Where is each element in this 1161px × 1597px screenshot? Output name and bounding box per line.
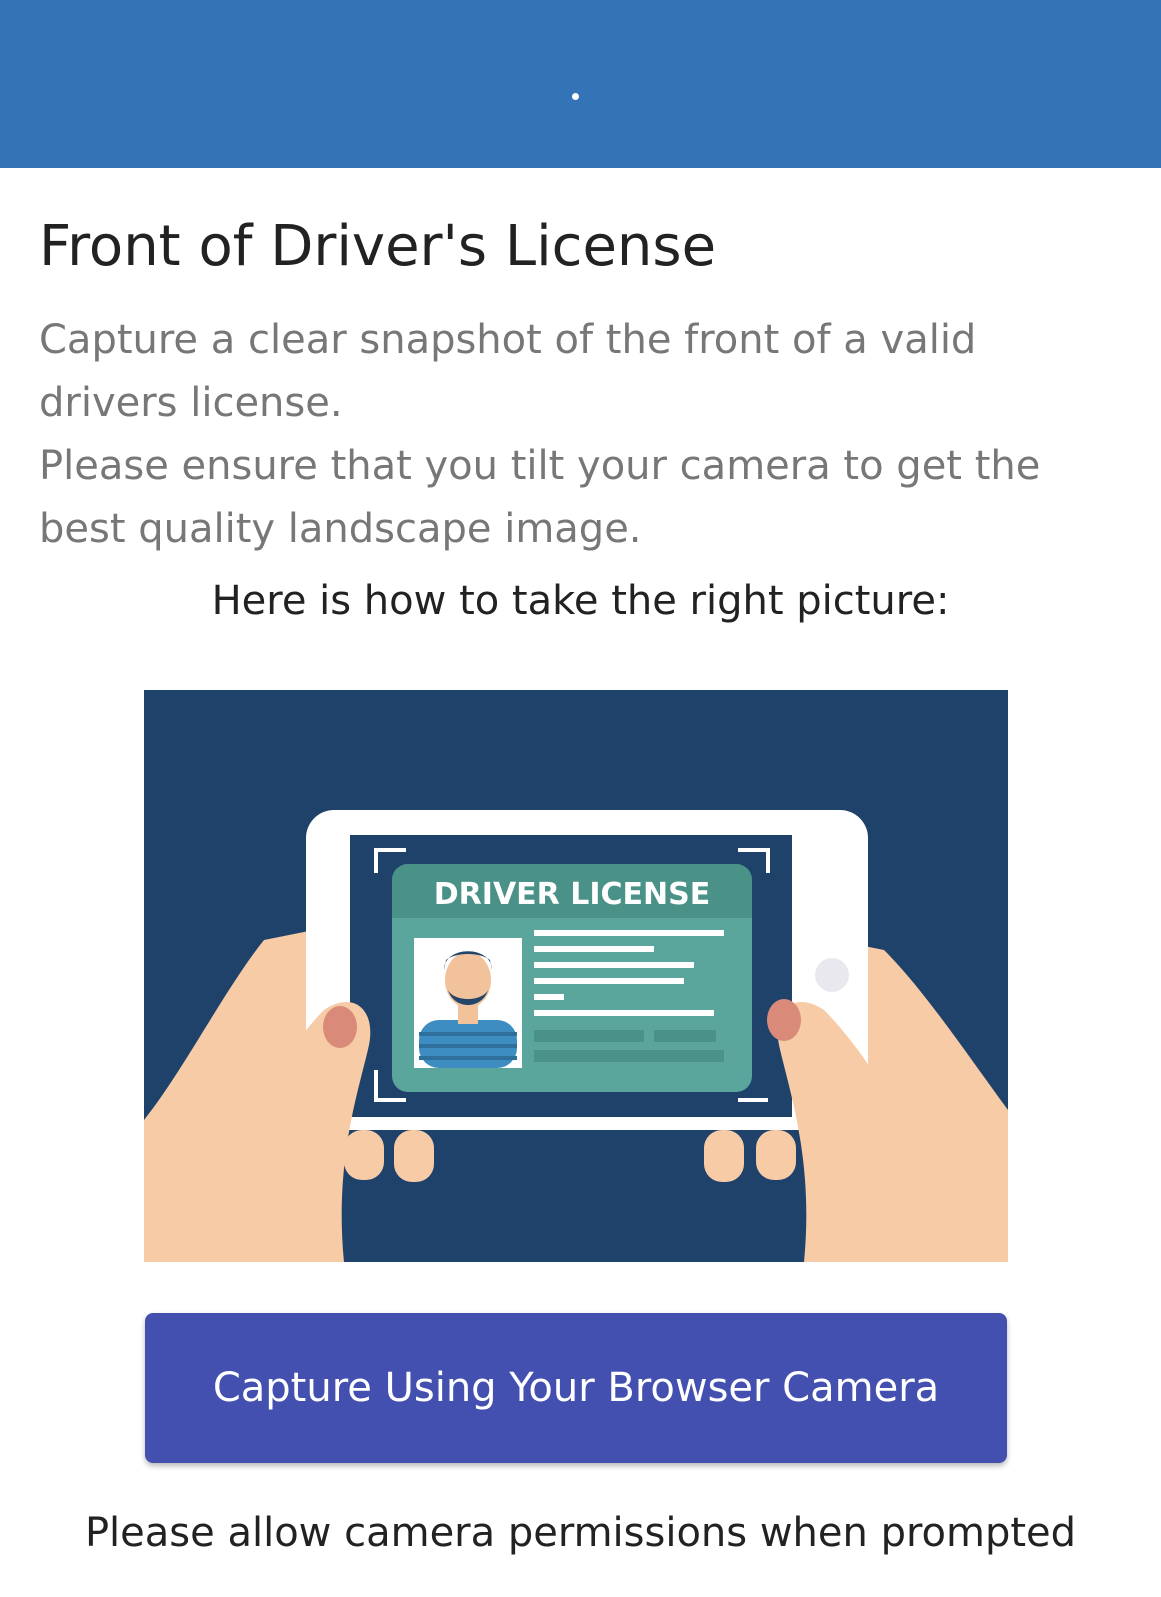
- page-title: Front of Driver's License: [39, 214, 717, 279]
- phone-capturing-license-illustration: DRIVER LICENSE: [144, 690, 1008, 1262]
- card-title: DRIVER LICENSE: [434, 877, 710, 912]
- description-line: drivers license.: [39, 380, 343, 426]
- loading-dot-icon: [572, 93, 579, 100]
- app-header: [0, 0, 1161, 168]
- instructions-text: Capture a clear snapshot of the front of…: [39, 309, 1129, 561]
- description-line: Please ensure that you tilt your camera …: [39, 443, 1041, 489]
- description-line: Capture a clear snapshot of the front of…: [39, 317, 977, 363]
- howto-label: Here is how to take the right picture:: [211, 578, 950, 624]
- permission-note: Please allow camera permissions when pro…: [84, 1510, 1077, 1556]
- capture-camera-button[interactable]: Capture Using Your Browser Camera: [145, 1313, 1007, 1463]
- description-line: best quality landscape image.: [39, 506, 642, 552]
